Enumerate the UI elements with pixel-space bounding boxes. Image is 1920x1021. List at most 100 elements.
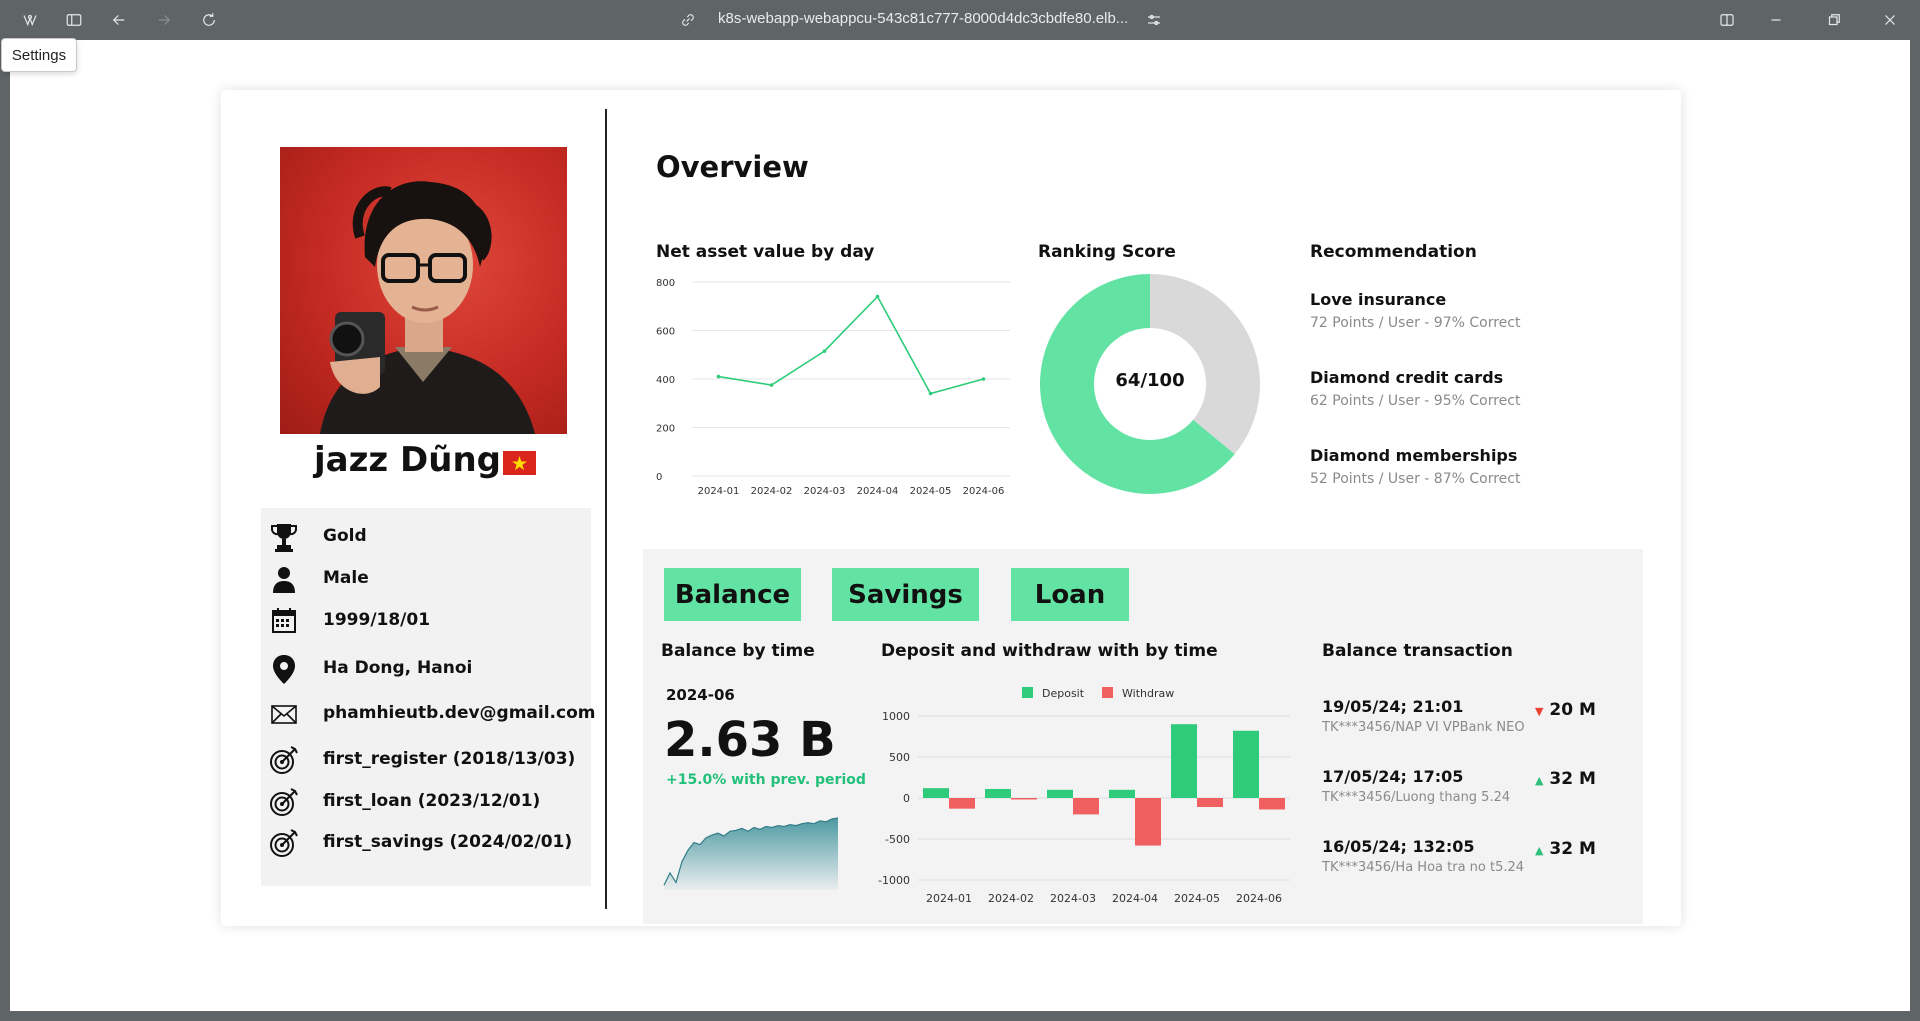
- recommendation-detail: 62 Points / User - 95% Correct: [1310, 393, 1521, 409]
- recommendation-name[interactable]: Love insurance: [1310, 290, 1446, 309]
- info-row-first-savings: first_savings (2024/02/01): [261, 826, 591, 860]
- withdraw-bar: [1259, 798, 1285, 810]
- site-settings-icon[interactable]: [1142, 8, 1166, 32]
- y-tick-label: -1000: [878, 874, 910, 887]
- y-tick-label: 0: [656, 472, 662, 483]
- ranking-title: Ranking Score: [1038, 242, 1176, 262]
- legend-swatch: [1022, 687, 1033, 698]
- balance-value: 2.63 B: [664, 712, 836, 768]
- withdraw-bar: [1197, 798, 1223, 808]
- balance-period: 2024-06: [666, 686, 735, 704]
- profile-photo: [280, 147, 567, 434]
- data-point: [875, 294, 880, 299]
- ranking-score-value: 64/100: [1115, 370, 1185, 391]
- x-tick-label: 2024-04: [857, 486, 899, 496]
- location-pin-icon: [267, 652, 301, 686]
- data-point: [822, 349, 827, 353]
- info-text: first_register (2018/13/03): [323, 749, 576, 769]
- tab-balance[interactable]: Balance: [664, 568, 801, 621]
- profile-info-panel: Gold Male 1999/18/01 Ha Dong, Hanoi pham…: [261, 508, 596, 886]
- reload-icon[interactable]: [197, 8, 221, 32]
- target-icon: [267, 743, 301, 777]
- info-row-first-register: first_register (2018/13/03): [261, 743, 591, 777]
- deposit-bar: [1171, 724, 1197, 798]
- info-text: first_loan (2023/12/01): [323, 791, 541, 811]
- x-tick-label: 2024-01: [926, 892, 972, 905]
- balance-sparkline: [663, 817, 839, 890]
- x-tick-label: 2024-05: [910, 486, 952, 496]
- user-icon: [267, 562, 301, 596]
- vietnam-flag-icon: [503, 451, 536, 475]
- deposit-bar: [985, 788, 1011, 798]
- info-row-email: phamhieutb.dev@gmail.com: [261, 697, 596, 731]
- recommendation-name[interactable]: Diamond credit cards: [1310, 368, 1503, 387]
- info-row-tier: Gold: [261, 520, 591, 554]
- deposit-bar: [1047, 789, 1073, 798]
- deposit-bar: [1233, 730, 1259, 798]
- net-asset-line-chart: 0 200 400 600 800 2024-01 2024-02 2024-03 2024-0…: [656, 278, 1010, 496]
- y-tick-label: 600: [656, 327, 675, 338]
- transaction-amount: ▼ 20 M: [1535, 700, 1596, 720]
- data-point: [769, 383, 774, 387]
- trophy-icon: [267, 520, 301, 554]
- vertical-divider: [605, 109, 607, 909]
- overview-title: Overview: [656, 150, 809, 184]
- y-tick-label: -500: [885, 833, 910, 846]
- y-tick-label: 1000: [882, 710, 910, 723]
- forward-icon[interactable]: [152, 8, 176, 32]
- info-text: 1999/18/01: [323, 610, 431, 630]
- browser-toolbar: k8s-webapp-webappcu-543c81c777-8000d4dc3…: [0, 0, 1920, 40]
- recommendation-detail: 52 Points / User - 87% Correct: [1310, 471, 1521, 487]
- browser-logo-icon[interactable]: [18, 8, 42, 32]
- info-text: first_savings (2024/02/01): [323, 832, 573, 852]
- withdraw-bar: [1011, 798, 1037, 800]
- withdraw-bar: [949, 798, 975, 809]
- transactions-title: Balance transaction: [1322, 641, 1513, 661]
- minimize-icon[interactable]: [1764, 8, 1788, 32]
- info-row-birthday: 1999/18/01: [261, 604, 591, 638]
- legend-label: Deposit: [1042, 687, 1085, 700]
- sidebar-toggle-icon[interactable]: [62, 8, 86, 32]
- data-point: [928, 391, 933, 396]
- close-icon[interactable]: [1878, 8, 1902, 32]
- donut-slice-rest: [1150, 274, 1260, 455]
- y-tick-label: 400: [656, 375, 675, 386]
- info-text: Ha Dong, Hanoi: [323, 658, 473, 678]
- x-tick-label: 2024-05: [1174, 892, 1220, 905]
- x-tick-label: 2024-04: [1112, 892, 1158, 905]
- recommendation-name[interactable]: Diamond memberships: [1310, 446, 1517, 465]
- deposit-bar: [1109, 789, 1135, 798]
- mail-icon: [267, 697, 301, 731]
- arrow-down-icon: ▼: [1535, 705, 1544, 718]
- data-point: [716, 374, 721, 379]
- recommendation-detail: 72 Points / User - 97% Correct: [1310, 315, 1521, 331]
- legend-swatch: [1102, 687, 1113, 698]
- restore-icon[interactable]: [1822, 8, 1846, 32]
- info-text: Male: [323, 568, 369, 588]
- y-tick-label: 800: [656, 278, 675, 289]
- data-point: [981, 377, 986, 381]
- address-bar[interactable]: k8s-webapp-webappcu-543c81c777-8000d4dc3…: [718, 10, 1128, 27]
- transaction-description: TK***3456/Ha Hoa tra no t5.24: [1322, 860, 1525, 875]
- link-icon[interactable]: [676, 8, 700, 32]
- arrow-up-icon: ▲: [1535, 774, 1544, 787]
- info-text: phamhieutb.dev@gmail.com: [323, 703, 596, 723]
- info-text: Gold: [323, 526, 367, 546]
- back-icon[interactable]: [107, 8, 131, 32]
- settings-tooltip: Settings: [1, 38, 77, 72]
- info-row-first-loan: first_loan (2023/12/01): [261, 785, 591, 819]
- target-icon: [267, 785, 301, 819]
- y-tick-label: 200: [656, 424, 675, 435]
- tab-loan[interactable]: Loan: [1011, 568, 1129, 621]
- x-tick-label: 2024-06: [1236, 892, 1282, 905]
- balance-title: Balance by time: [661, 641, 815, 661]
- deposit-withdraw-bar-chart: Deposit Withdraw 1000 500 0 -500 -1000 2024-01 2…: [878, 687, 1290, 905]
- y-tick-label: 0: [903, 792, 910, 805]
- tab-savings[interactable]: Savings: [832, 568, 979, 621]
- split-view-icon[interactable]: [1715, 8, 1739, 32]
- x-tick-label: 2024-03: [1050, 892, 1096, 905]
- info-row-gender: Male: [261, 562, 591, 596]
- info-row-location: Ha Dong, Hanoi: [261, 652, 591, 686]
- transaction-amount-value: 32 M: [1549, 769, 1596, 789]
- transaction-amount: ▲ 32 M: [1535, 839, 1596, 859]
